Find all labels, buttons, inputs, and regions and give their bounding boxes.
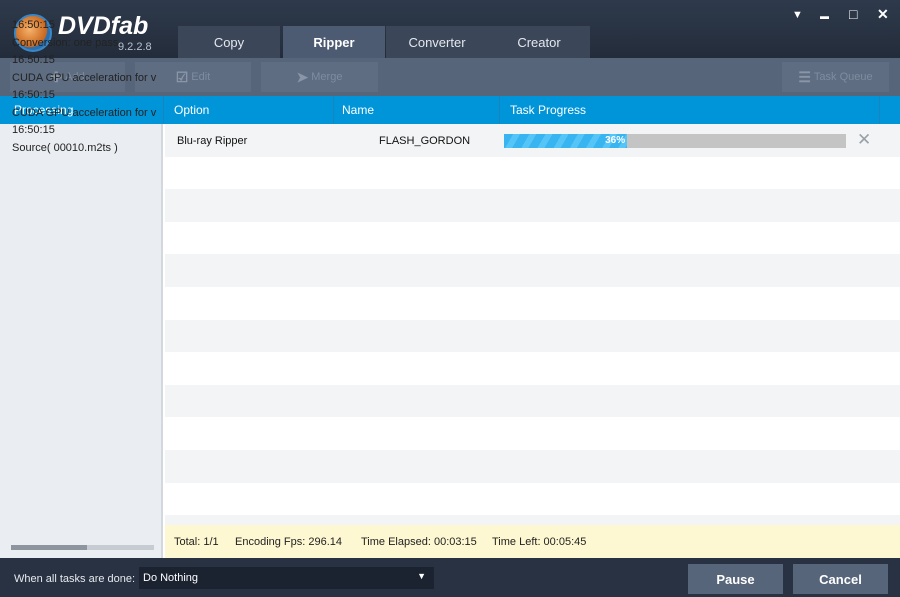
- task-queue-label: Task Queue: [813, 71, 873, 83]
- table-row-empty: [165, 482, 900, 516]
- divider: [333, 96, 334, 124]
- task-progress-label: 36%: [605, 135, 626, 146]
- processing-log: 16:50:15 Conversion: one pass 16:50:15 C…: [12, 17, 157, 157]
- table-row-empty: [165, 417, 900, 450]
- edit-label: Edit: [191, 71, 211, 83]
- log-line: 16:50:15: [12, 54, 55, 66]
- table-row-empty: [165, 156, 900, 190]
- table-row-empty: [165, 449, 900, 483]
- tab-ripper[interactable]: Ripper: [283, 26, 385, 58]
- name-header[interactable]: Name: [342, 103, 374, 117]
- table-row-empty: [165, 221, 900, 255]
- log-line: CUDA GPU acceleration for vid: [12, 106, 157, 119]
- divider: [499, 96, 500, 124]
- divider: [163, 96, 164, 124]
- merge-label: Merge: [311, 71, 343, 83]
- chevron-down-icon: ▼: [417, 571, 426, 581]
- minimize-icon[interactable]: ▬: [820, 11, 829, 21]
- table-row-empty: [165, 254, 900, 287]
- total-count: Total: 1/1: [174, 536, 219, 548]
- table-row-empty: [165, 352, 900, 385]
- option-header[interactable]: Option: [174, 103, 209, 117]
- table-row-empty: [165, 319, 900, 353]
- task-list: [165, 124, 900, 548]
- log-line: CUDA GPU acceleration for vid: [12, 71, 157, 84]
- log-line: Conversion: one pass: [12, 36, 119, 49]
- log-line: 16:50:15: [12, 19, 55, 31]
- table-row-empty: [165, 286, 900, 320]
- task-name: FLASH_GORDON: [379, 135, 471, 147]
- cancel-button[interactable]: Cancel: [793, 564, 888, 594]
- task-queue-button[interactable]: ☰ Task Queue: [782, 62, 889, 92]
- tab-creator[interactable]: Creator: [488, 26, 590, 58]
- maximize-icon[interactable]: □: [849, 6, 857, 22]
- merge-icon: ➤: [296, 68, 309, 85]
- remove-task-icon[interactable]: ✕: [857, 130, 871, 150]
- when-done-select[interactable]: Do Nothing ▼: [139, 567, 434, 589]
- tab-converter[interactable]: Converter: [386, 26, 488, 58]
- log-line: Source( 00010.m2ts ): [12, 141, 118, 154]
- time-elapsed: Time Elapsed: 00:03:15: [361, 536, 477, 548]
- when-done-label: When all tasks are done:: [14, 573, 136, 585]
- edit-icon: ☑: [175, 68, 189, 85]
- tab-copy[interactable]: Copy: [178, 26, 280, 58]
- encoding-fps: Encoding Fps: 296.14: [235, 536, 343, 548]
- table-row-empty: [165, 384, 900, 418]
- when-done-value: Do Nothing: [143, 572, 199, 584]
- time-left: Time Left: 00:05:45: [492, 536, 587, 548]
- task-option: Blu-ray Ripper: [177, 135, 248, 147]
- log-line: 16:50:15: [12, 124, 55, 136]
- log-scrollbar-thumb[interactable]: [11, 545, 87, 550]
- merge-button[interactable]: ➤ Merge: [261, 62, 378, 92]
- list-icon: ☰: [798, 68, 811, 85]
- task-progress-header[interactable]: Task Progress: [510, 103, 586, 117]
- bottom-bar: When all tasks are done: Do Nothing ▼ Pa…: [0, 558, 900, 597]
- table-row-empty: [165, 189, 900, 222]
- close-icon[interactable]: ✕: [877, 6, 889, 23]
- menu-dropdown-icon[interactable]: ▼: [792, 9, 803, 21]
- divider: [879, 96, 880, 124]
- log-line: 16:50:15: [12, 89, 55, 101]
- pause-button[interactable]: Pause: [688, 564, 783, 594]
- status-bar: Total: 1/1 Encoding Fps: 296.14 Time Ela…: [165, 525, 900, 558]
- processing-panel: [0, 124, 163, 558]
